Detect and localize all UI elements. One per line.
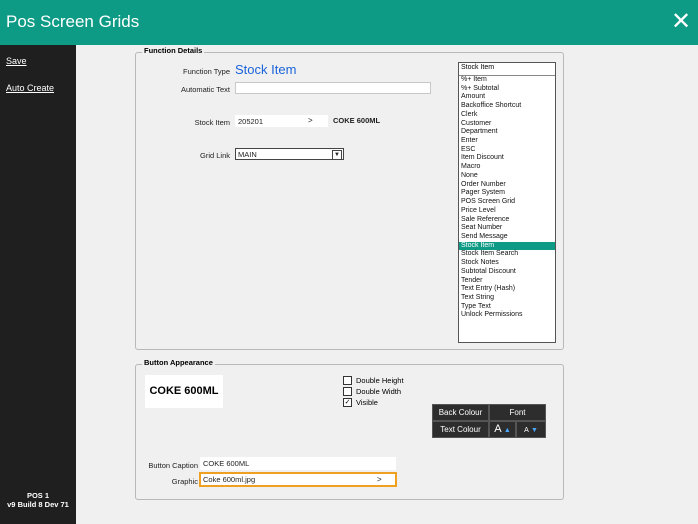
checkbox-label: Double Height	[356, 376, 404, 385]
checkbox-label: Double Width	[356, 387, 402, 396]
graphic-label: Graphic	[171, 477, 198, 486]
function-type-value: Stock Item	[235, 62, 297, 77]
list-item[interactable]: Subtotal Discount	[459, 268, 555, 277]
list-item[interactable]: Sale Reference	[459, 216, 555, 225]
font-size-decrease-button[interactable]: A ▼	[516, 421, 546, 438]
list-item[interactable]: Pager System	[459, 189, 555, 198]
grid-link-value: MAIN	[238, 150, 257, 159]
list-item[interactable]: Unlock Permissions	[459, 311, 555, 320]
list-item[interactable]: Price Level	[459, 207, 555, 216]
list-item[interactable]: Department	[459, 128, 555, 137]
list-item[interactable]: Backoffice Shortcut	[459, 102, 555, 111]
list-item[interactable]: Amount	[459, 93, 555, 102]
checkbox-label: Visible	[356, 398, 378, 407]
terminal-name: POS 1	[26, 491, 50, 500]
grid-link-label: Grid Link	[199, 151, 230, 160]
auto-create-button[interactable]: Auto Create	[6, 83, 54, 93]
text-colour-button[interactable]: Text Colour	[432, 421, 489, 438]
list-header: Stock Item	[459, 63, 555, 76]
list-item[interactable]: Order Number	[459, 181, 555, 190]
save-button[interactable]: Save	[6, 56, 27, 66]
close-icon[interactable]: ✕	[668, 8, 694, 34]
list-item[interactable]: Stock Notes	[459, 259, 555, 268]
font-large-a: A	[494, 423, 502, 435]
list-options: %+ Item %+ Subtotal Amount Backoffice Short…	[459, 76, 555, 320]
automatic-text-label: Automatic Text	[180, 85, 230, 94]
font-button[interactable]: Font	[489, 404, 546, 421]
check-icon: ✓	[343, 397, 352, 407]
back-colour-button[interactable]: Back Colour	[432, 404, 489, 421]
list-item[interactable]: Enter	[459, 137, 555, 146]
window-title: Pos Screen Grids	[6, 12, 140, 31]
list-item[interactable]: Seat Number	[459, 224, 555, 233]
font-size-increase-button[interactable]: A ▲	[489, 421, 516, 438]
checkbox-box	[343, 375, 352, 385]
build-version: v9 Build 8 Dev 71	[7, 500, 69, 509]
font-small-a: A	[524, 427, 529, 434]
double-height-checkbox[interactable]: Double Height	[343, 375, 404, 386]
automatic-text-input[interactable]	[235, 82, 431, 94]
graphic-input[interactable]: Coke 600ml.jpg	[199, 472, 397, 487]
visible-checkbox[interactable]: ✓ Visible	[343, 397, 378, 408]
graphic-browse-button[interactable]: >	[377, 475, 382, 484]
grid-link-select[interactable]: MAIN ▼	[235, 148, 344, 160]
function-type-label: Function Type	[183, 67, 230, 76]
stock-item-label: Stock Item	[194, 118, 230, 127]
button-preview: COKE 600ML	[145, 375, 223, 408]
checkbox-box	[343, 386, 352, 396]
list-item[interactable]: Text Entry (Hash)	[459, 285, 555, 294]
stock-item-lookup-button[interactable]: >	[308, 116, 313, 125]
list-item[interactable]: %+ Item	[459, 76, 555, 85]
list-item[interactable]: Customer	[459, 120, 555, 129]
list-item[interactable]: Stock Item	[459, 241, 555, 251]
button-appearance-title: Button Appearance	[142, 358, 215, 367]
title-bar: Pos Screen Grids ✕	[0, 0, 698, 45]
list-item[interactable]: Text String	[459, 294, 555, 303]
list-item[interactable]: None	[459, 172, 555, 181]
button-caption-label: Button Caption	[148, 461, 198, 470]
list-item[interactable]: Item Discount	[459, 154, 555, 163]
list-item[interactable]: Send Message	[459, 233, 555, 242]
list-item[interactable]: Tender	[459, 277, 555, 286]
double-width-checkbox[interactable]: Double Width	[343, 386, 402, 397]
list-item[interactable]: Macro	[459, 163, 555, 172]
list-item[interactable]: Type Text	[459, 303, 555, 312]
button-caption-input[interactable]: COKE 600ML	[200, 457, 396, 470]
list-item[interactable]: %+ Subtotal	[459, 85, 555, 94]
sidebar: Save Auto Create POS 1 v9 Build 8 Dev 71	[0, 45, 76, 524]
list-item[interactable]: POS Screen Grid	[459, 198, 555, 207]
list-item[interactable]: ESC	[459, 146, 555, 155]
list-item[interactable]: Clerk	[459, 111, 555, 120]
list-item[interactable]: Stock Item Search	[459, 250, 555, 259]
stock-item-name: COKE 600ML	[333, 116, 381, 125]
arrow-down-icon: ▼	[530, 427, 538, 434]
stock-item-code-field[interactable]: 205201	[235, 115, 328, 127]
function-type-list[interactable]: Stock Item %+ Item %+ Subtotal Amount Backo…	[458, 62, 556, 343]
chevron-down-icon[interactable]: ▼	[332, 150, 342, 160]
arrow-up-icon: ▲	[503, 427, 511, 434]
function-details-title: Function Details	[142, 46, 205, 55]
